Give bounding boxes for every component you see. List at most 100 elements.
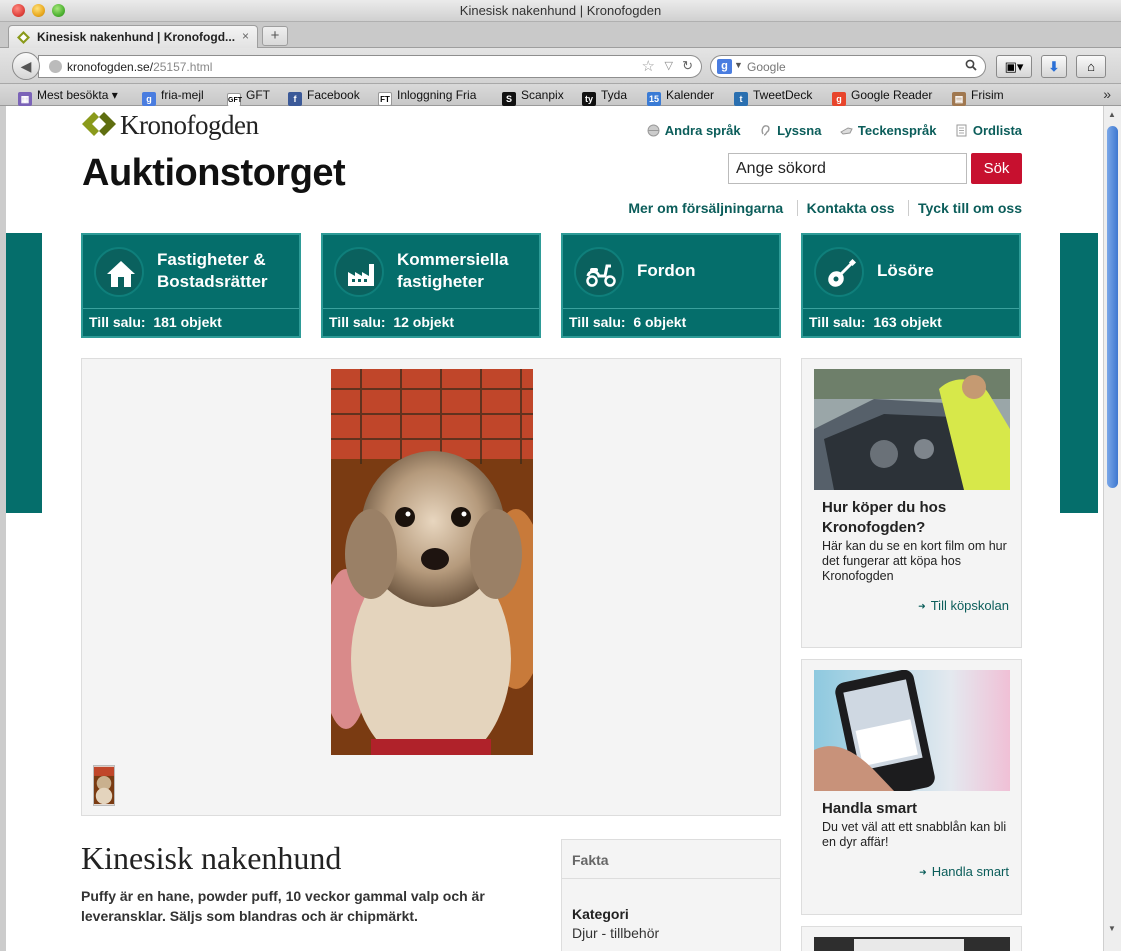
count-label: Till salu: xyxy=(569,314,626,330)
home-icon[interactable]: ⌂ xyxy=(1076,55,1106,78)
link-tyck-till-om-oss[interactable]: Tyck till om oss xyxy=(908,200,1022,216)
ear-icon xyxy=(761,125,770,136)
scanpix-icon: S xyxy=(502,92,516,106)
category-count: Till salu: 163 objekt xyxy=(803,308,1019,336)
car-engine-photo[interactable] xyxy=(814,369,1010,490)
bookmark-fria-mejl[interactable]: g fria-mejl xyxy=(142,87,204,106)
tab-close-icon[interactable]: × xyxy=(242,29,249,43)
scooter-icon xyxy=(586,264,616,287)
web-search-bar[interactable]: g ▼ Google xyxy=(710,55,986,78)
link-till-kopskolan[interactable]: ➜ Till köpskolan xyxy=(918,598,1009,613)
gallery-thumbnail[interactable] xyxy=(93,765,115,806)
facts-value-kategori: Djur - tillbehör xyxy=(572,925,660,941)
category-card-fastigheter[interactable]: Fastigheter & Bostadsrätter Till salu: 18… xyxy=(81,233,301,338)
bookmark-tyda[interactable]: ty Tyda xyxy=(582,87,628,106)
facts-label-kategori: Kategori xyxy=(572,906,629,922)
item-title: Kinesisk nakenhund xyxy=(81,840,342,876)
category-card-losore[interactable]: Lösöre Till salu: 163 objekt xyxy=(801,233,1021,338)
bookmark-label: Tyda xyxy=(601,88,628,102)
count-value: 12 objekt xyxy=(393,314,455,330)
category-name-line1: Fastigheter & xyxy=(157,250,266,269)
url-bar[interactable]: kronofogden.se/25157.html ☆ ▽ ↻ xyxy=(38,55,702,78)
tab-active[interactable]: Kinesisk nakenhund | Kronofogd... × xyxy=(8,25,258,48)
google-reader-icon: g xyxy=(832,92,846,106)
bookmarks-overflow-chevron-icon[interactable]: » xyxy=(1103,86,1111,102)
arrow-right-icon: ➜ xyxy=(918,601,926,611)
most-visited-icon: ▦ xyxy=(18,92,32,106)
bookmark-tweetdeck[interactable]: t TweetDeck xyxy=(734,87,812,106)
new-tab-button[interactable]: + xyxy=(262,26,288,46)
scrollbar-thumb[interactable] xyxy=(1107,126,1118,488)
download-arrow-icon[interactable]: ⬇ xyxy=(1041,55,1067,78)
scroll-down-arrow-icon[interactable]: ▼ xyxy=(1108,924,1116,933)
sign-language-icon xyxy=(840,127,853,135)
house-icon xyxy=(107,261,135,287)
bookmark-star-icon[interactable]: ☆ xyxy=(642,57,655,75)
bookmark-google-reader[interactable]: g Google Reader xyxy=(832,87,932,106)
promo-text: Här kan du se en kort film om hur det fu… xyxy=(822,539,1007,583)
promo-link-label: Handla smart xyxy=(931,864,1009,879)
facebook-icon: f xyxy=(288,92,302,106)
promo-card-partial xyxy=(801,926,1022,951)
item-description: Puffy är en hane, powder puff, 10 veckor… xyxy=(81,888,485,924)
bookmark-inloggning-fria[interactable]: FT Inloggning Fria xyxy=(378,87,476,106)
bookmark-label: Kalender xyxy=(666,88,715,102)
bookmark-label: Scanpix xyxy=(521,88,564,102)
category-card-fordon[interactable]: Fordon Till salu: 6 objekt xyxy=(561,233,781,338)
site-search-input[interactable] xyxy=(728,153,967,184)
promo-title: Hur köper du hos Kronofogden? xyxy=(822,499,947,536)
page-title: Auktionstorget xyxy=(82,152,346,194)
link-handla-smart[interactable]: ➜ Handla smart xyxy=(919,864,1009,879)
category-name: Fastigheter & Bostadsrätter xyxy=(157,249,268,293)
site-identity-icon[interactable] xyxy=(49,60,62,73)
facts-heading: Fakta xyxy=(562,840,780,879)
bookmark-gft[interactable]: GFT GFT xyxy=(227,87,270,107)
guitar-icon xyxy=(828,258,857,287)
tab-bar: Kinesisk nakenhund | Kronofogd... × + xyxy=(0,22,1121,48)
kronofogden-favicon-icon xyxy=(17,31,30,44)
bookmark-frisim[interactable]: ▤ Frisim xyxy=(952,87,1004,106)
bookmarks-menu-button[interactable]: ▣▾ xyxy=(996,55,1032,78)
bookmark-kalender[interactable]: 15 Kalender xyxy=(647,87,715,106)
promo-text: Du vet väl att ett snabblån kan bli en d… xyxy=(822,820,1007,849)
bookmark-scanpix[interactable]: S Scanpix xyxy=(502,87,564,106)
bookmark-label: Facebook xyxy=(307,88,360,102)
web-content: Kronofogden Andra språk Lyssna Teckenspr… xyxy=(0,106,1121,951)
bookmark-most-visited[interactable]: ▦ Mest besökta ▾ xyxy=(18,87,118,106)
link-teckensprak[interactable]: Teckenspråk xyxy=(840,123,936,138)
link-kontakta-oss[interactable]: Kontakta oss xyxy=(796,200,904,216)
link-ordlista[interactable]: Ordlista xyxy=(955,123,1022,138)
teal-band-right xyxy=(1060,233,1098,513)
site-search-button[interactable]: Sök xyxy=(971,153,1022,184)
magnifier-icon[interactable] xyxy=(965,59,977,71)
auction-leaflet-photo[interactable] xyxy=(814,937,1010,951)
back-button[interactable]: ◀ xyxy=(12,52,40,80)
facts-panel: Fakta Kategori Djur - tillbehör xyxy=(561,839,781,951)
google-engine-icon[interactable]: g xyxy=(717,59,732,74)
link-label: Andra språk xyxy=(664,123,741,138)
arrow-right-icon: ➜ xyxy=(919,867,927,877)
url-history-dropdown-icon[interactable]: ▽ xyxy=(665,59,673,72)
scroll-up-arrow-icon[interactable]: ▲ xyxy=(1108,110,1116,119)
engine-dropdown-icon[interactable]: ▼ xyxy=(734,60,743,70)
url-path: 25157.html xyxy=(153,60,213,74)
promo-card-handla-smart: Handla smart Du vet väl att ett snabblån… xyxy=(801,659,1022,915)
window-titlebar: Kinesisk nakenhund | Kronofogden xyxy=(0,0,1121,22)
category-icon-circle xyxy=(94,247,144,297)
phone-in-hand-photo[interactable] xyxy=(814,670,1010,791)
count-value: 6 objekt xyxy=(633,314,687,330)
link-andra-sprak[interactable]: Andra språk xyxy=(647,123,741,138)
category-card-kommersiella[interactable]: Kommersiella fastigheter Till salu: 12 ob… xyxy=(321,233,541,338)
category-icon-circle xyxy=(334,247,384,297)
link-mer-om-forsaljningarna[interactable]: Mer om försäljningarna xyxy=(619,200,792,216)
link-lyssna[interactable]: Lyssna xyxy=(759,123,821,138)
bookmark-label: Mest besökta xyxy=(37,88,109,102)
bookmark-label: fria-mejl xyxy=(161,88,204,102)
puppy-photo[interactable] xyxy=(331,369,533,755)
category-icon-circle xyxy=(814,247,864,297)
bookmark-facebook[interactable]: f Facebook xyxy=(288,87,360,106)
category-count: Till salu: 12 objekt xyxy=(323,308,539,336)
bookmark-label: GFT xyxy=(246,88,270,102)
reload-icon[interactable]: ↻ xyxy=(682,58,693,74)
vertical-scrollbar[interactable]: ▲ ▼ xyxy=(1103,106,1121,951)
